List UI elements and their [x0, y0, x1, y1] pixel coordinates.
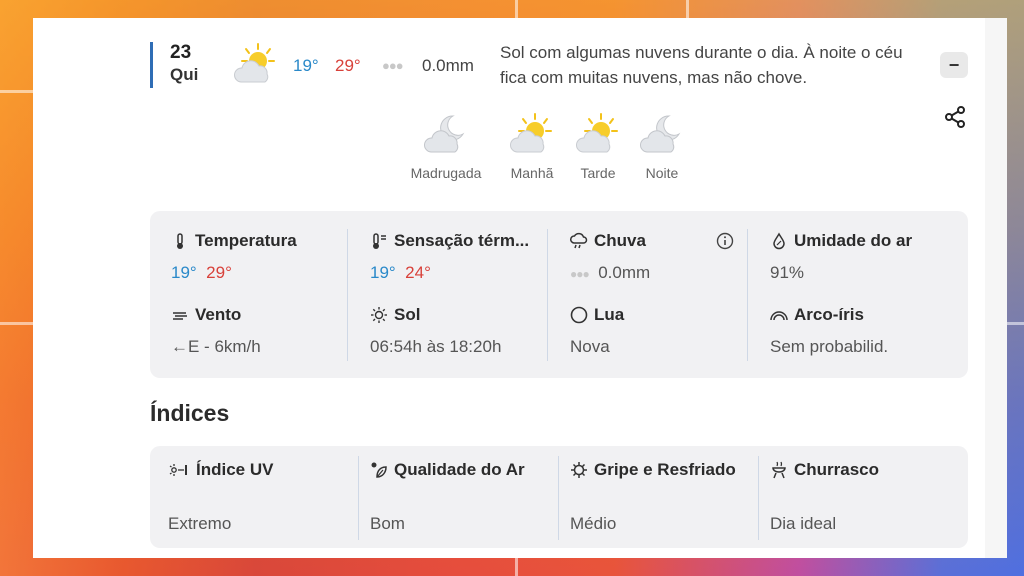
uv-icon: [169, 464, 187, 476]
background-line: [686, 0, 689, 18]
detail-value: 91%: [770, 263, 805, 282]
index-churrasco[interactable]: Churrasco Dia ideal: [770, 460, 879, 534]
moon-cloud-icon: [424, 115, 465, 153]
detail-vento: Vento ←E - 6km/h: [171, 305, 261, 357]
summary-temp-min: 19°: [293, 56, 319, 75]
detail-title: Arco-íris: [794, 305, 864, 324]
index-value: Médio: [570, 514, 617, 533]
rain-drops-icon: ●●●: [382, 58, 404, 73]
index-title: Qualidade do Ar: [394, 460, 525, 479]
detail-arco-iris: Arco-íris Sem probabilid.: [770, 305, 888, 357]
sun-cloud-icon: [510, 113, 552, 153]
index-title: Índice UV: [196, 460, 274, 479]
indices-title: Índices: [150, 400, 230, 426]
wind-icon: [173, 312, 187, 320]
background-line: [0, 90, 33, 93]
share-icon[interactable]: [943, 105, 967, 129]
index-uv[interactable]: Índice UV Extremo: [168, 460, 273, 534]
index-value: Extremo: [168, 514, 232, 533]
grill-icon: [772, 461, 786, 479]
period-madrugada: Madrugada: [406, 112, 486, 181]
background-line: [515, 0, 518, 18]
sun-cloud-icon: [234, 43, 275, 83]
detail-title: Sensação térm...: [394, 231, 530, 250]
humidity-icon: [773, 232, 785, 250]
detail-temperatura: Temperatura 19° 29°: [171, 231, 297, 283]
summary-temp-max: 29°: [335, 56, 361, 75]
moon-icon: [570, 306, 588, 324]
detail-value: Nova: [570, 337, 610, 356]
period-label: Noite: [645, 165, 679, 181]
index-title: Gripe e Resfriado: [594, 460, 736, 479]
day-name: Qui: [170, 65, 199, 84]
detail-sol: Sol 06:54h às 18:20h: [370, 305, 501, 357]
index-title: Churrasco: [794, 460, 880, 479]
detail-value: 06:54h às 18:20h: [370, 337, 502, 356]
index-value: Dia ideal: [770, 514, 837, 533]
detail-title: Lua: [594, 305, 625, 324]
thermometer-icon: [177, 233, 183, 249]
detail-temp-max: 29°: [206, 263, 232, 282]
detail-lua: Lua Nova: [570, 305, 624, 357]
divider: [758, 456, 759, 540]
background-line: [515, 558, 518, 576]
leaf-icon: [371, 462, 387, 478]
background-line: [0, 322, 33, 325]
period-noite: Noite: [622, 112, 702, 181]
detail-value: 0.0mm: [598, 263, 651, 282]
summary-rain: 0.0mm: [422, 56, 474, 75]
day-description: Sol com algumas nuvens durante o dia. À …: [500, 43, 903, 87]
rainbow-icon: [770, 311, 788, 321]
day-header: 23 Qui: [150, 42, 198, 88]
background-line: [1007, 322, 1024, 325]
detail-title: Temperatura: [195, 231, 297, 250]
feels-like-icon: [373, 233, 386, 249]
index-value: Bom: [370, 514, 405, 533]
detail-title: Umidade do ar: [794, 231, 913, 250]
collapse-button[interactable]: −: [940, 52, 968, 78]
rain-cloud-icon: [570, 232, 588, 249]
card-scroll-strip: [985, 18, 1007, 558]
detail-temp-max: 24°: [405, 263, 431, 282]
index-gripe[interactable]: Gripe e Resfriado Médio: [570, 460, 736, 534]
virus-icon: [571, 462, 587, 478]
detail-chuva: Chuva ●●● 0.0mm: [570, 231, 650, 283]
divider: [747, 229, 748, 361]
detail-temp-min: 19°: [370, 263, 396, 282]
sun-cloud-icon: [576, 113, 618, 153]
rain-drops-icon: ●●●: [570, 267, 590, 281]
divider: [547, 229, 548, 361]
sun-icon: [371, 307, 387, 323]
detail-umidade: Umidade do ar 91%: [770, 231, 912, 283]
period-label: Madrugada: [410, 165, 482, 181]
detail-title: Vento: [195, 305, 242, 324]
day-number: 23: [170, 42, 192, 63]
detail-sensacao: Sensação térm... 19° 24°: [370, 231, 529, 283]
divider: [558, 456, 559, 540]
detail-title: Chuva: [594, 231, 646, 250]
detail-value: Sem probabilid.: [770, 337, 889, 356]
info-icon[interactable]: [716, 232, 734, 250]
detail-temp-min: 19°: [171, 263, 197, 282]
moon-cloud-icon: [640, 115, 681, 153]
minus-icon: −: [948, 54, 960, 75]
divider: [358, 456, 359, 540]
divider: [347, 229, 348, 361]
detail-value: ←E - 6km/h: [171, 337, 261, 356]
detail-title: Sol: [394, 305, 421, 324]
index-qualidade-ar[interactable]: Qualidade do Ar Bom: [370, 460, 525, 534]
